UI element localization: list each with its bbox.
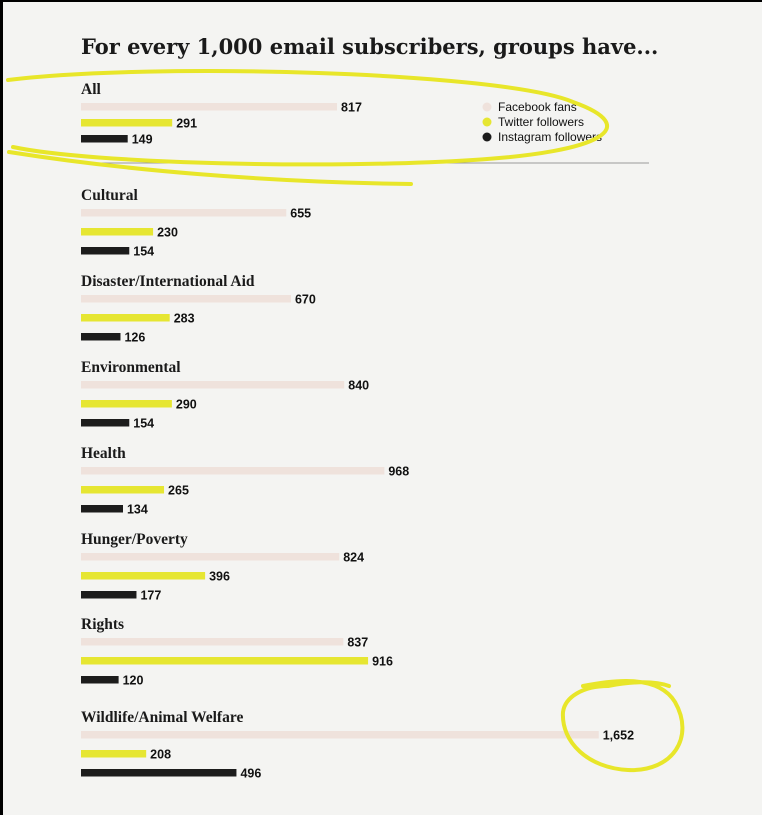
value-label: 290 (176, 398, 197, 412)
group-disaster-international-aid: Disaster/International Aid 670 283 126 (81, 273, 316, 345)
bar-chart: For every 1,000 email subscribers, group… (6, 34, 685, 781)
group-hunger-poverty: Hunger/Poverty 824 396 177 (81, 531, 364, 603)
bar-twitter-followers (81, 486, 165, 494)
value-label: 968 (388, 465, 409, 479)
value-label: 149 (132, 133, 153, 147)
category-label: Hunger/Poverty (81, 531, 188, 548)
legend-swatch-twitter-followers (482, 117, 492, 127)
category-label: Cultural (81, 187, 139, 204)
bar-twitter-followers (81, 572, 206, 580)
value-label: 120 (123, 674, 144, 688)
bar-facebook-fans (81, 638, 344, 646)
group-wildlife-animal-welfare: Wildlife/Animal Welfare 1,652 208 496 (81, 709, 634, 781)
photo-frame: For every 1,000 email subscribers, group… (0, 0, 762, 815)
bar-instagram-followers (81, 676, 119, 684)
value-label: 840 (348, 379, 369, 393)
category-label: Disaster/International Aid (81, 273, 255, 290)
bar-instagram-followers (81, 135, 128, 143)
value-label: 291 (176, 117, 197, 131)
legend-label-facebook-fans: Facebook fans (498, 100, 577, 114)
value-label: 817 (341, 101, 362, 115)
bar-groups: All817291149Cultural655230154Disaster/In… (81, 81, 634, 781)
bar-instagram-followers (81, 333, 121, 341)
bar-instagram-followers (81, 591, 137, 599)
value-label: 670 (295, 293, 316, 307)
bar-instagram-followers (81, 505, 123, 513)
value-label: 154 (133, 417, 154, 431)
value-label: 655 (290, 207, 311, 221)
group-cultural: Cultural 655 230154 (81, 187, 311, 259)
legend-swatch-facebook-fans (482, 102, 492, 112)
bar-instagram-followers (81, 419, 130, 427)
bar-facebook-fans (81, 295, 291, 303)
value-label: 208 (150, 748, 171, 762)
bar-facebook-fans (81, 103, 338, 111)
group-environmental: Environmental 840 290 154 (81, 359, 369, 431)
category-label: Wildlife/Animal Welfare (81, 709, 243, 726)
value-label: 837 (347, 636, 368, 650)
bar-facebook-fans (81, 209, 287, 217)
category-label: Environmental (81, 359, 181, 376)
bar-facebook-fans (81, 381, 345, 389)
category-label: All (81, 81, 102, 98)
bar-twitter-followers (81, 228, 154, 236)
value-label: 1,652 (603, 729, 634, 743)
legend-swatch-instagram-followers (482, 132, 492, 142)
chart-sheet: For every 1,000 email subscribers, group… (3, 2, 762, 815)
value-label: 230 (157, 226, 178, 240)
value-label: 265 (168, 484, 189, 498)
chart-title: For every 1,000 email subscribers, group… (81, 34, 658, 59)
annotation-circle-max (560, 679, 685, 773)
value-label: 496 (240, 767, 261, 781)
bar-facebook-fans (81, 553, 340, 561)
value-label: 177 (140, 589, 161, 603)
bar-twitter-followers (81, 119, 173, 127)
value-label: 283 (174, 312, 195, 326)
category-label: Rights (81, 616, 124, 633)
group-all: All 817 291 149 (81, 81, 362, 147)
value-label: 126 (124, 331, 145, 345)
bar-instagram-followers (81, 247, 130, 255)
value-label: 916 (372, 655, 393, 669)
value-label: 154 (133, 245, 154, 259)
bar-twitter-followers (81, 657, 369, 665)
group-rights: Rights 837 916 120 (81, 616, 393, 688)
bar-instagram-followers (81, 769, 237, 777)
bar-twitter-followers (81, 400, 172, 408)
value-label: 396 (209, 570, 230, 584)
bar-twitter-followers (81, 750, 147, 758)
bar-facebook-fans (81, 731, 599, 739)
group-health: Health 968 265 134 (81, 445, 409, 517)
bar-facebook-fans (81, 467, 385, 475)
bar-twitter-followers (81, 314, 170, 322)
value-label: 134 (127, 503, 148, 517)
category-label: Health (81, 445, 126, 462)
value-label: 824 (343, 551, 364, 565)
legend-label-twitter-followers: Twitter followers (498, 115, 584, 129)
